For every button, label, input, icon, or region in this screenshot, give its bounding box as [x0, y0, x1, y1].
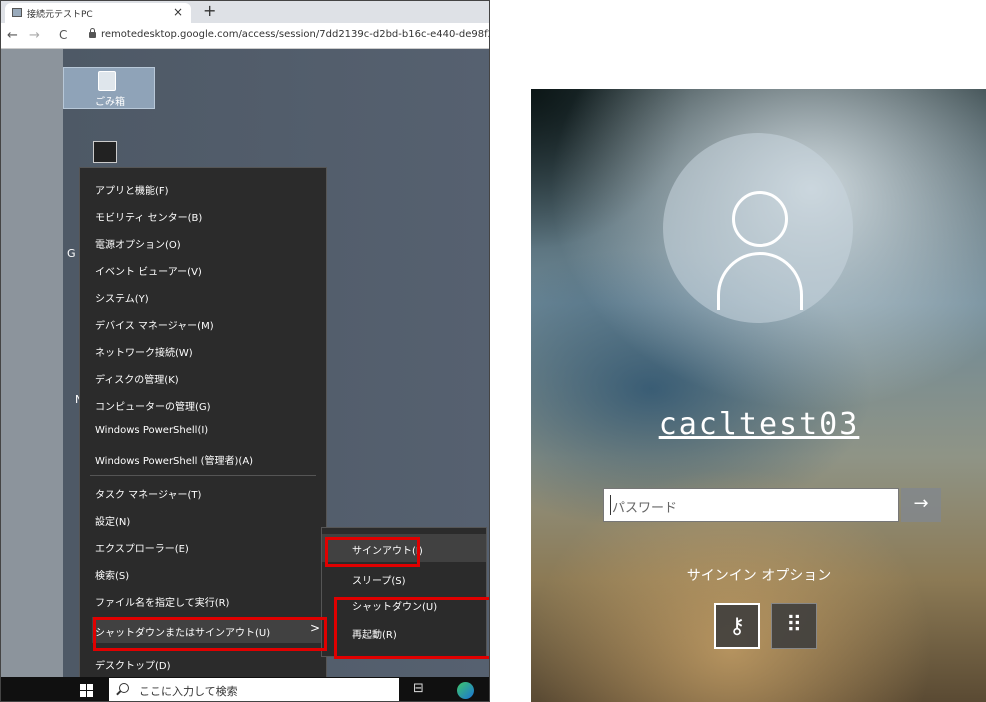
desktop-app-icon[interactable] [93, 141, 117, 163]
edge-browser-icon[interactable] [457, 682, 474, 699]
tab-favicon-icon [12, 8, 22, 17]
tab-strip: 接続元テストPC × + [1, 1, 489, 23]
key-icon[interactable]: ⚷ [714, 603, 760, 649]
menu-item-mobility-center[interactable]: モビリティ センター(B) [95, 209, 202, 224]
task-view-icon[interactable]: ⊟ [413, 681, 424, 696]
menu-divider [90, 475, 316, 476]
desktop-label-fragment: G [67, 247, 76, 260]
tab-close-icon[interactable]: × [173, 5, 183, 19]
menu-item-device-manager[interactable]: デバイス マネージャー(M) [95, 317, 214, 332]
menu-item-task-manager[interactable]: タスク マネージャー(T) [95, 486, 201, 501]
menu-item-explorer[interactable]: エクスプローラー(E) [95, 540, 189, 555]
remote-desktop: ごみ箱 G N アプリと機能(F) モビリティ センター(B) 電源オプション(… [1, 49, 489, 701]
taskbar-search-box[interactable]: ここに入力して検索 [109, 678, 399, 701]
menu-item-computer-management[interactable]: コンピューターの管理(G) [95, 398, 211, 413]
pin-keypad-icon[interactable]: ⠿ [771, 603, 817, 649]
text-caret [610, 495, 611, 515]
menu-item-system[interactable]: システム(Y) [95, 290, 149, 305]
username-label: cacltest03 [658, 407, 860, 442]
menu-item-desktop[interactable]: デスクトップ(D) [95, 657, 171, 672]
windows-start-icon[interactable] [80, 684, 93, 697]
search-icon [119, 683, 129, 693]
password-field[interactable]: パスワード [603, 488, 899, 522]
url-field[interactable]: remotedesktop.google.com/access/session/… [101, 29, 489, 40]
menu-item-disk-management[interactable]: ディスクの管理(K) [95, 371, 179, 386]
menu-item-powershell-admin[interactable]: Windows PowerShell (管理者)(A) [95, 452, 253, 467]
search-placeholder: ここに入力して検索 [139, 685, 238, 698]
signin-options-label[interactable]: サインイン オプション [631, 565, 887, 585]
back-icon[interactable]: ← [7, 28, 18, 43]
submit-arrow-button[interactable]: → [901, 488, 941, 522]
menu-item-apps-features[interactable]: アプリと機能(F) [95, 182, 169, 197]
taskbar: ここに入力して検索 ⊟ [1, 677, 489, 701]
address-bar: ← → C remotedesktop.google.com/access/se… [1, 23, 489, 49]
tab-title: 接続元テストPC [27, 10, 93, 20]
highlight-shutdown-signout [93, 617, 327, 651]
recycle-bin-shortcut[interactable]: ごみ箱 [63, 67, 155, 109]
windows-signin-screen: cacltest03 パスワード → サインイン オプション ⚷ ⠿ [531, 89, 986, 702]
forward-icon[interactable]: → [29, 28, 40, 43]
new-tab-button[interactable]: + [203, 1, 216, 20]
menu-item-run[interactable]: ファイル名を指定して実行(R) [95, 594, 229, 609]
password-placeholder: パスワード [612, 501, 678, 516]
recycle-bin-label: ごみ箱 [95, 97, 125, 108]
menu-item-network-connections[interactable]: ネットワーク接続(W) [95, 344, 193, 359]
menu-item-settings[interactable]: 設定(N) [95, 513, 130, 528]
reload-icon[interactable]: C [59, 28, 67, 42]
menu-item-event-viewer[interactable]: イベント ビューアー(V) [95, 263, 202, 278]
lock-icon [89, 28, 96, 38]
menu-item-powershell[interactable]: Windows PowerShell(I) [95, 425, 208, 436]
menu-item-power-options[interactable]: 電源オプション(O) [95, 236, 181, 251]
menu-item-search[interactable]: 検索(S) [95, 567, 129, 582]
highlight-restart [334, 597, 489, 659]
browser-tab[interactable]: 接続元テストPC × [5, 3, 191, 23]
recycle-bin-icon [98, 71, 116, 91]
submenu-item-sleep[interactable]: スリープ(S) [352, 572, 406, 587]
remote-desktop-browser-window: 接続元テストPC × + ← → C remotedesktop.google.… [0, 0, 490, 702]
highlight-signout [325, 537, 420, 567]
user-avatar-head-icon [732, 191, 788, 247]
